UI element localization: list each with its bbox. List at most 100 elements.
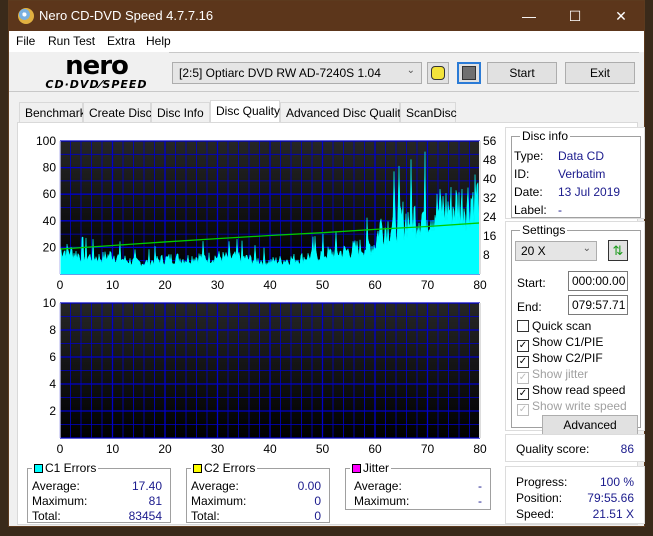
disc-quality-panel: 0 10 20 30 40 50 60 70 80 100 80 60 40 20 56 48 40 32 24 16…: [17, 122, 645, 525]
checkmark-icon: ✓: [517, 404, 529, 416]
start-label: Start:: [517, 276, 546, 290]
y2-tick-label: 48: [483, 153, 497, 167]
refresh-button[interactable]: ⇅: [608, 240, 628, 261]
drive-select[interactable]: [2:5] Optiarc DVD RW AD-7240S 1.04 ⌄: [172, 62, 422, 84]
menu-file[interactable]: File: [16, 34, 35, 48]
toolbar-divider-bottom: [9, 91, 639, 92]
x-tick-label: 40: [263, 442, 277, 455]
quick-scan-checkbox[interactable]: Quick scan: [517, 319, 591, 333]
progress-label: Progress:: [516, 475, 568, 489]
y2-tick-label: 8: [483, 248, 490, 262]
x-tick-label: 10: [106, 442, 120, 455]
speed-select[interactable]: 20 X ⌄: [515, 241, 597, 261]
x-tick-label: 20: [158, 442, 172, 455]
show-c2-checkbox[interactable]: ✓ Show C2/PIF: [517, 351, 603, 368]
advanced-button[interactable]: Advanced: [542, 415, 638, 435]
x-tick-label: 10: [106, 278, 120, 291]
y2-tick-label: 32: [483, 191, 497, 205]
x-tick-label: 70: [421, 278, 435, 291]
jitter-maximum-label: Maximum:: [354, 494, 410, 508]
start-button[interactable]: Start: [487, 62, 557, 84]
end-input[interactable]: 079:57.71: [568, 295, 628, 315]
c1-errors-title: C1 Errors: [32, 461, 99, 475]
quality-score-value: 86: [620, 442, 634, 456]
drive-info-button[interactable]: [427, 62, 449, 84]
chevron-down-icon: ⌄: [582, 243, 591, 254]
quality-score-box: Quality score: 86: [505, 434, 645, 462]
tab-scandisc[interactable]: ScanDisc: [400, 102, 457, 123]
drive-info-icon: [431, 66, 445, 80]
toolbar: nero CD·DVD⁄SPEED [2:5] Optiarc DVD RW A…: [9, 52, 644, 97]
start-input[interactable]: 000:00.00: [568, 271, 628, 291]
window-title: Nero CD-DVD Speed 4.7.7.16: [39, 8, 214, 23]
show-c1-checkbox[interactable]: ✓ Show C1/PIE: [517, 335, 603, 352]
tab-advanced-disc-quality[interactable]: Advanced Disc Quality: [280, 102, 407, 123]
close-button[interactable]: ✕: [598, 1, 644, 31]
x-tick-label: 60: [368, 278, 382, 291]
show-write-speed-label: Show write speed: [532, 399, 627, 413]
menu-run-test[interactable]: Run Test: [48, 34, 95, 48]
disc-info-box: Disc info Type: Data CD ID: Verbatim Dat…: [505, 127, 645, 219]
speed-select-value: 20 X: [521, 244, 546, 258]
x-tick-label: 30: [211, 442, 225, 455]
menu-bar: File Run Test Extra Help: [9, 31, 644, 52]
disc-id-label: ID:: [514, 167, 530, 181]
menu-extra[interactable]: Extra: [107, 34, 135, 48]
tab-benchmark[interactable]: Benchmark: [19, 102, 86, 123]
save-button[interactable]: [457, 62, 481, 84]
show-jitter-checkbox: ✓ Show jitter: [517, 367, 588, 384]
disc-label-value: -: [558, 203, 562, 217]
settings-box: Settings 20 X ⌄ ⇅ Start: 000:00.00 End: …: [505, 221, 645, 435]
c1-total-value: 83454: [128, 509, 162, 523]
y2-tick-label: 40: [483, 172, 497, 186]
position-value: 79:55.66: [587, 491, 634, 505]
minimize-button[interactable]: —: [506, 1, 552, 31]
x-tick-label: 20: [158, 278, 172, 291]
y-tick-label: 10: [43, 296, 57, 310]
y-tick-label: 6: [49, 350, 56, 364]
speed-value: 21.51 X: [592, 507, 634, 521]
c1-errors-group: C1 Errors Average: 17.40 Maximum: 81 Tot…: [27, 461, 171, 523]
x-tick-label: 50: [316, 442, 330, 455]
jitter-average-label: Average:: [354, 479, 402, 493]
y-tick-label: 2: [49, 404, 56, 418]
disc-info-group: Disc info Type: Data CD ID: Verbatim Dat…: [511, 129, 641, 218]
y-tick-label: 100: [36, 134, 56, 148]
jitter-title: Jitter: [350, 461, 392, 475]
y-tick-label: 40: [43, 214, 57, 228]
quick-scan-label: Quick scan: [532, 319, 592, 333]
c2-errors-title: C2 Errors: [191, 461, 258, 475]
y2-tick-label: 56: [483, 134, 497, 148]
x-tick-label: 70: [421, 442, 435, 455]
title-bar: Nero CD-DVD Speed 4.7.7.16 — ☐ ✕: [9, 1, 644, 31]
jitter-group: Jitter Average: - Maximum: -: [345, 461, 491, 510]
show-read-speed-checkbox[interactable]: ✓ Show read speed: [517, 383, 625, 400]
end-label: End:: [517, 300, 542, 314]
tab-disc-info[interactable]: Disc Info: [151, 102, 210, 123]
c2-total-label: Total:: [191, 509, 220, 523]
show-read-speed-label: Show read speed: [532, 383, 626, 397]
y2-tick-label: 16: [483, 229, 497, 243]
c1-title-text: C1 Errors: [45, 461, 97, 475]
maximize-button[interactable]: ☐: [552, 1, 598, 31]
tab-disc-quality[interactable]: Disc Quality: [210, 100, 280, 123]
c1-maximum-value: 81: [148, 494, 162, 508]
c1-average-value: 17.40: [131, 479, 162, 493]
c2-average-label: Average:: [191, 479, 239, 493]
x-tick-label: 60: [368, 442, 382, 455]
y-tick-label: 80: [43, 161, 57, 175]
exit-button[interactable]: Exit: [565, 62, 635, 84]
x-tick-label: 40: [263, 278, 277, 291]
tab-create-disc[interactable]: Create Disc: [83, 102, 152, 123]
x-tick-label: 30: [211, 278, 225, 291]
checkbox-empty-icon: [517, 320, 529, 332]
disc-id-value: Verbatim: [558, 167, 606, 181]
x-tick-label: 80: [473, 278, 487, 291]
drive-select-value: [2:5] Optiarc DVD RW AD-7240S 1.04: [179, 66, 381, 80]
disc-date-label: Date:: [514, 185, 543, 199]
position-label: Position:: [516, 491, 563, 505]
menu-help[interactable]: Help: [146, 34, 171, 48]
c1-chart: 0 10 20 30 40 50 60 70 80 100 80 60 40 20 56 48 40 32 24 16…: [36, 134, 497, 291]
app-window: Nero CD-DVD Speed 4.7.7.16 — ☐ ✕ File Ru…: [8, 0, 645, 527]
y-tick-label: 20: [43, 240, 57, 254]
